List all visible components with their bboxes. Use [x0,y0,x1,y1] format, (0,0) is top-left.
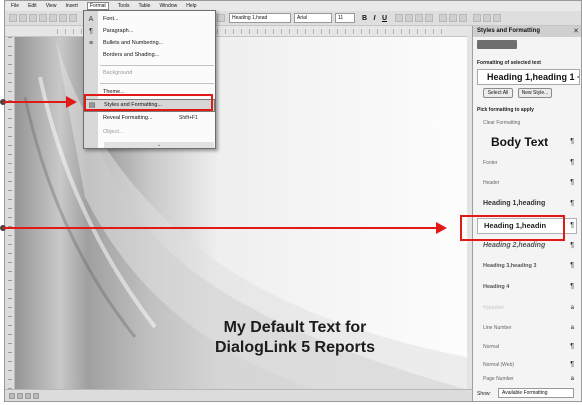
menu-edit[interactable]: Edit [28,3,37,9]
styles-pane-icon[interactable] [217,14,225,22]
style-item-heading-4[interactable]: Heading 4 ¶ [483,279,576,295]
menu-tools[interactable]: Tools [118,3,130,9]
font-dropdown[interactable]: Arial [294,13,332,23]
border-icon[interactable] [473,14,481,22]
task-pane-nav-buttons[interactable] [477,40,517,49]
style-item-heading-1-heading[interactable]: Heading 1,heading ¶ [483,196,576,212]
font-size-dropdown[interactable]: 11 [335,13,355,23]
callout-line-2 [3,227,437,229]
select-all-button[interactable]: Select All [483,88,513,98]
style-item-footer[interactable]: Footer ¶ [483,155,576,171]
document-text-line-1: My Default Text for [223,319,367,336]
italic-button[interactable]: I [370,14,379,23]
style-dropdown[interactable]: Heading 1,head [229,13,291,23]
numbering-icon[interactable] [439,14,447,22]
paragraph-icon: ¶ [89,28,93,35]
menu-item-paragraph[interactable]: ¶ Paragraph... [84,26,215,38]
new-style-button[interactable]: New Style... [518,88,552,98]
document-text-line-2: DialogLink 5 Reports [214,339,376,356]
font-color-icon[interactable] [493,14,501,22]
preview-icon[interactable] [49,14,57,22]
menu-view[interactable]: View [46,3,57,9]
spelling-icon[interactable] [59,14,67,22]
arrow-right-icon [66,96,77,108]
style-item-normal[interactable]: Normal ¶ [483,339,576,355]
style-item-line-number[interactable]: Line Number a [483,320,576,336]
menu-format[interactable]: Format [86,2,109,10]
print-view-icon[interactable] [25,393,31,399]
menu-help[interactable]: Help [186,3,196,9]
indent-icon[interactable] [459,14,467,22]
style-item-clear-formatting[interactable]: Clear Formatting [483,115,576,131]
menu-item-font[interactable]: A Font... [84,14,215,26]
align-right-icon[interactable] [415,14,423,22]
close-icon[interactable]: ✕ [573,26,579,37]
menu-table[interactable]: Table [138,3,150,9]
font-icon: A [88,16,94,23]
menu-item-bullets[interactable]: ≡ Bullets and Numbering... [84,38,215,50]
menu-item-object[interactable]: Object... [84,127,215,139]
highlight-styles-menu-item [84,94,213,111]
menu-item-background[interactable]: Background [84,68,215,80]
callout-line-1 [3,101,67,103]
underline-button[interactable]: U [380,14,389,23]
style-item-body-text[interactable]: Body Text ¶ [483,132,576,152]
ruler-bar [5,26,467,37]
show-label: Show: [477,391,491,397]
expand-menu-chevron-icon[interactable]: ⌄ [104,142,214,148]
word-window: File Edit View Insert Format Tools Table… [4,0,582,402]
bullets-icon[interactable] [449,14,457,22]
highlight-icon[interactable] [483,14,491,22]
format-menu-dropdown: A Font... ¶ Paragraph... ≡ Bullets and N… [83,10,216,149]
task-pane-title: Styles and Formatting [473,26,581,37]
align-left-icon[interactable] [395,14,403,22]
vertical-ruler[interactable] [5,37,15,389]
style-item-header[interactable]: Header ¶ [483,175,576,191]
web-view-icon[interactable] [17,393,23,399]
bullets-icon: ≡ [88,40,94,47]
menu-file[interactable]: File [11,3,19,9]
menu-item-reveal-formatting[interactable]: Reveal Formatting... Shift+F1 [84,113,215,125]
highlight-heading-style [460,215,565,241]
show-dropdown[interactable]: Available Formatting [498,388,574,398]
justify-icon[interactable] [425,14,433,22]
print-icon[interactable] [39,14,47,22]
outline-view-icon[interactable] [33,393,39,399]
save-icon[interactable] [29,14,37,22]
arrow-right-icon [436,222,447,234]
menu-item-borders[interactable]: Borders and Shading... [84,50,215,62]
menu-window[interactable]: Window [159,3,177,9]
bold-button[interactable]: B [360,14,369,23]
cut-icon[interactable] [69,14,77,22]
style-item-heading-3[interactable]: Heading 3,heading 3 ¶ [483,258,576,274]
align-center-icon[interactable] [405,14,413,22]
styles-task-pane: Styles and Formatting ✕ Formatting of se… [472,26,581,401]
pick-formatting-heading: Pick formatting to apply [477,107,534,113]
new-icon[interactable] [9,14,17,22]
open-icon[interactable] [19,14,27,22]
formatting-selected-heading: Formatting of selected text [477,60,541,66]
normal-view-icon[interactable] [9,393,15,399]
menu-insert[interactable]: Insert [65,3,78,9]
style-item-hyperlink[interactable]: Hyperlink a [483,300,576,316]
style-item-page-number[interactable]: Page Number a [483,371,576,387]
selected-style-box[interactable]: Heading 1,heading 1 + [477,69,580,85]
